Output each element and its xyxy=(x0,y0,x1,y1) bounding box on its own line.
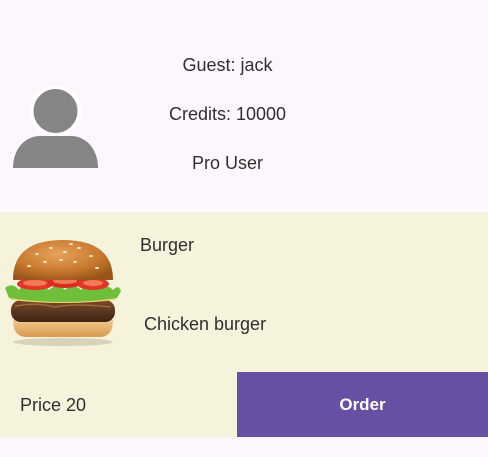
item-price: Price 20 xyxy=(20,395,87,415)
user-header: Guest: jack Credits: 10000 Pro User xyxy=(0,0,488,212)
credits-balance: Credits: 10000 xyxy=(168,104,287,124)
guest-name: Guest: jack xyxy=(182,55,273,75)
order-button[interactable]: Order xyxy=(237,372,488,437)
item-description: Chicken burger xyxy=(144,314,267,334)
item-name: Burger xyxy=(140,235,195,255)
person-avatar-icon xyxy=(13,85,98,168)
user-tier-badge: Pro User xyxy=(191,153,263,173)
menu-item-card: Burger Chicken burger Price 20 Order xyxy=(0,212,488,437)
burger-image xyxy=(5,240,121,346)
